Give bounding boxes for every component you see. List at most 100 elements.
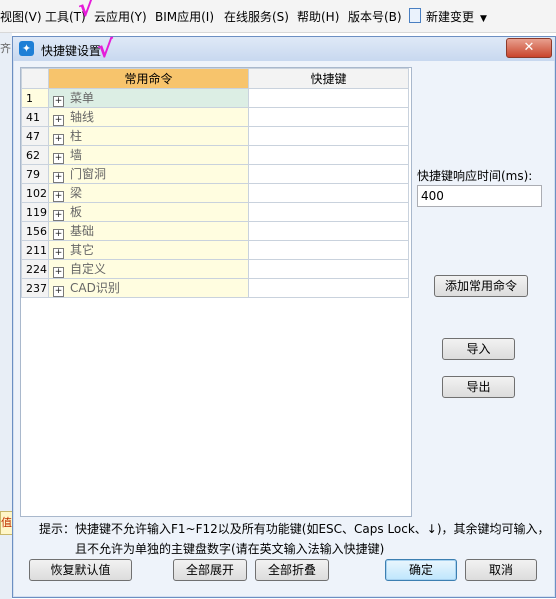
menu-version[interactable]: 版本号(B) — [348, 8, 402, 25]
command-label: 菜单 — [70, 91, 95, 105]
table-row[interactable]: 41 + 轴线 — [21, 107, 409, 127]
shortcut-table-container[interactable]: 常用命令 快捷键 1 + 菜单 41 + 轴线 47 + 柱 62 + 墙 79 + 门窗洞 102 + 梁 119… — [20, 67, 412, 517]
app-icon: ✦ — [19, 41, 34, 56]
table-row[interactable]: 211 + 其它 — [21, 240, 409, 260]
annotation-check-mark-title: √ — [97, 35, 114, 63]
row-number: 237 — [21, 278, 49, 298]
expand-plus-icon[interactable]: + — [53, 134, 64, 145]
command-cell[interactable]: + 菜单 — [48, 88, 249, 108]
row-number: 1 — [21, 88, 49, 108]
table-row[interactable]: 224 + 自定义 — [21, 259, 409, 279]
table-row[interactable]: 62 + 墙 — [21, 145, 409, 165]
expand-plus-icon[interactable]: + — [53, 286, 64, 297]
app-side-text: 齐 — [0, 42, 11, 55]
command-cell[interactable]: + 梁 — [48, 183, 249, 203]
shortcut-cell[interactable] — [248, 259, 409, 279]
document-icon — [409, 8, 421, 23]
table-header-row: 常用命令 快捷键 — [21, 68, 409, 89]
expand-plus-icon[interactable]: + — [53, 191, 64, 202]
import-button[interactable]: 导入 — [442, 338, 515, 360]
response-time-label: 快捷键响应时间(ms): — [417, 169, 533, 183]
dialog-titlebar[interactable]: ✦ 快捷键设置 ✕ — [13, 37, 555, 61]
dialog-title: 快捷键设置 — [41, 44, 102, 58]
close-button[interactable]: ✕ — [506, 38, 552, 58]
expand-plus-icon[interactable]: + — [53, 115, 64, 126]
expand-plus-icon[interactable]: + — [53, 96, 64, 107]
new-change-menu[interactable]: 新建变更 ▼ — [409, 8, 487, 25]
shortcut-cell[interactable] — [248, 202, 409, 222]
command-cell[interactable]: + 轴线 — [48, 107, 249, 127]
row-number: 156 — [21, 221, 49, 241]
shortcut-cell[interactable] — [248, 126, 409, 146]
command-label: 板 — [70, 205, 83, 219]
expand-plus-icon[interactable]: + — [53, 267, 64, 278]
expand-plus-icon[interactable]: + — [53, 210, 64, 221]
row-number: 62 — [21, 145, 49, 165]
ok-button[interactable]: 确定 — [385, 559, 457, 581]
add-common-command-button[interactable]: 添加常用命令 — [434, 275, 528, 297]
command-cell[interactable]: + CAD识别 — [48, 278, 249, 298]
expand-plus-icon[interactable]: + — [53, 172, 64, 183]
expand-plus-icon[interactable]: + — [53, 229, 64, 240]
common-command-header[interactable]: 常用命令 — [48, 68, 249, 89]
command-label: 柱 — [70, 129, 83, 143]
shortcut-cell[interactable] — [248, 278, 409, 298]
row-number: 41 — [21, 107, 49, 127]
command-cell[interactable]: + 其它 — [48, 240, 249, 260]
table-row[interactable]: 119 + 板 — [21, 202, 409, 222]
menu-help[interactable]: 帮助(H) — [297, 8, 339, 25]
hint-line-2: 且不允许为单独的主键盘数字(请在英文输入法输入快捷键) — [75, 542, 385, 556]
table-row[interactable]: 1 + 菜单 — [21, 88, 409, 108]
table-row[interactable]: 102 + 梁 — [21, 183, 409, 203]
shortcut-header[interactable]: 快捷键 — [248, 68, 409, 89]
row-number: 47 — [21, 126, 49, 146]
response-time-input[interactable] — [417, 185, 542, 207]
command-label: 梁 — [70, 186, 83, 200]
command-label: 自定义 — [70, 262, 107, 276]
command-cell[interactable]: + 柱 — [48, 126, 249, 146]
expand-all-button[interactable]: 全部展开 — [173, 559, 247, 581]
row-number: 224 — [21, 259, 49, 279]
command-label: 轴线 — [70, 110, 95, 124]
shortcut-cell[interactable] — [248, 221, 409, 241]
restore-defaults-button[interactable]: 恢复默认值 — [29, 559, 132, 581]
command-label: 基础 — [70, 224, 95, 238]
dropdown-arrow-icon: ▼ — [480, 14, 487, 24]
expand-plus-icon[interactable]: + — [53, 153, 64, 164]
table-row[interactable]: 237 + CAD识别 — [21, 278, 409, 298]
shortcut-table: 常用命令 快捷键 1 + 菜单 41 + 轴线 47 + 柱 62 + 墙 79 + 门窗洞 102 + 梁 119… — [21, 68, 409, 298]
command-cell[interactable]: + 基础 — [48, 221, 249, 241]
command-cell[interactable]: + 门窗洞 — [48, 164, 249, 184]
shortcut-settings-dialog: ✦ 快捷键设置 ✕ √ 常用命令 快捷键 1 + 菜单 41 + 轴线 47 + 柱 62 + 墙 79… — [12, 35, 556, 598]
command-label: 门窗洞 — [70, 167, 107, 181]
shortcut-cell[interactable] — [248, 164, 409, 184]
table-row[interactable]: 79 + 门窗洞 — [21, 164, 409, 184]
shortcut-cell[interactable] — [248, 240, 409, 260]
hint-line-1: 提示：快捷键不允许输入F1~F12以及所有功能键(如ESC、Caps Lock、… — [39, 522, 550, 536]
command-cell[interactable]: + 墙 — [48, 145, 249, 165]
command-cell[interactable]: + 自定义 — [48, 259, 249, 279]
shortcut-cell[interactable] — [248, 183, 409, 203]
new-change-label: 新建变更 — [426, 10, 475, 24]
row-number: 119 — [21, 202, 49, 222]
table-row[interactable]: 47 + 柱 — [21, 126, 409, 146]
collapse-all-button[interactable]: 全部折叠 — [255, 559, 329, 581]
menu-online-services[interactable]: 在线服务(S) — [224, 8, 289, 25]
shortcut-cell[interactable] — [248, 145, 409, 165]
command-label: 墙 — [70, 148, 83, 162]
menu-cloud-apps[interactable]: 云应用(Y) — [94, 8, 147, 25]
expand-plus-icon[interactable]: + — [53, 248, 64, 259]
shortcut-cell[interactable] — [248, 88, 409, 108]
row-number: 79 — [21, 164, 49, 184]
command-label: 其它 — [70, 243, 95, 257]
menu-bim-apps[interactable]: BIM应用(I) — [155, 8, 214, 25]
table-row[interactable]: 156 + 基础 — [21, 221, 409, 241]
row-number: 102 — [21, 183, 49, 203]
cancel-button[interactable]: 取消 — [465, 559, 537, 581]
row-number-header — [21, 68, 49, 89]
shortcut-cell[interactable] — [248, 107, 409, 127]
export-button[interactable]: 导出 — [442, 376, 515, 398]
command-cell[interactable]: + 板 — [48, 202, 249, 222]
command-label: CAD识别 — [70, 281, 120, 295]
menu-view[interactable]: 视图(V) — [0, 8, 42, 25]
